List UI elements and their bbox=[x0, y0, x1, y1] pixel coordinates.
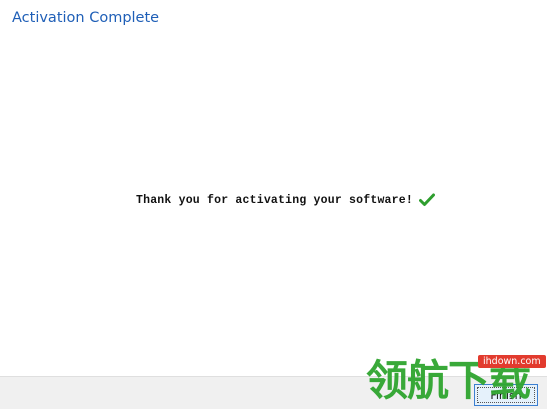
finish-button[interactable]: Finish bbox=[474, 384, 538, 406]
thank-you-text: Thank you for activating your software! bbox=[136, 193, 413, 207]
button-bar: Finish bbox=[0, 376, 547, 409]
page-title: Activation Complete bbox=[12, 10, 160, 26]
watermark-url-badge: ihdown.com bbox=[478, 355, 546, 368]
activation-message: Thank you for activating your software! bbox=[136, 193, 435, 207]
checkmark-icon bbox=[418, 193, 435, 207]
activation-complete-page: Activation Complete Thank you for activa… bbox=[0, 0, 547, 409]
